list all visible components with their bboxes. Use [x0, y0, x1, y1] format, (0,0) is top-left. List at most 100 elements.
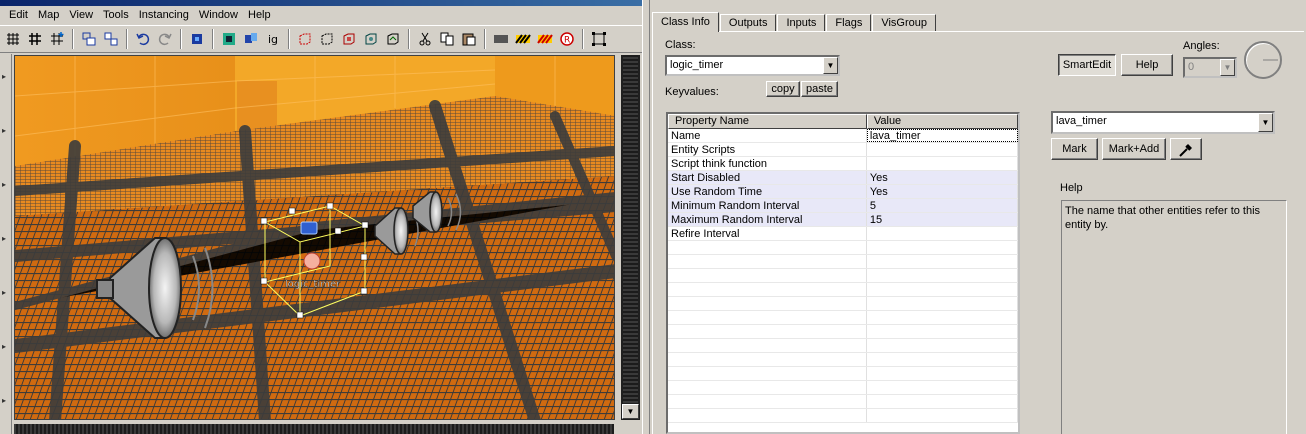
tool-arrow-icon[interactable]: ▸	[2, 127, 9, 135]
menu-view[interactable]: View	[64, 6, 98, 24]
menu-tools[interactable]: Tools	[98, 6, 134, 24]
grid-smaller-icon[interactable]	[3, 29, 23, 49]
property-value-cell: 5	[867, 199, 1018, 212]
value-editor-text: lava_timer	[1056, 115, 1107, 127]
menu-window[interactable]: Window	[194, 6, 243, 24]
tab-flags[interactable]: Flags	[826, 14, 872, 32]
toolbar-separator	[582, 29, 584, 49]
radius-culling-icon[interactable]: R	[557, 29, 577, 49]
property-name-cell: Refire Interval	[668, 227, 867, 240]
toolbar-separator	[212, 29, 214, 49]
tool-arrow-icon[interactable]: ▸	[2, 289, 9, 297]
tool-arrow-icon[interactable]: ▸	[2, 181, 9, 189]
tool-arrow-icon[interactable]: ▸	[2, 343, 9, 351]
table-row[interactable]: Use Random Time Yes	[668, 185, 1018, 199]
tab-inputs[interactable]: Inputs	[777, 14, 826, 32]
table-row[interactable]: Refire Interval	[668, 227, 1018, 241]
tab-outputs[interactable]: Outputs	[719, 14, 777, 32]
chevron-down-icon[interactable]: ▼	[823, 57, 838, 74]
toolbar-separator	[288, 29, 290, 49]
hide-unselected-icon[interactable]	[317, 29, 337, 49]
menu-map[interactable]: Map	[33, 6, 64, 24]
paste-icon[interactable]	[459, 29, 479, 49]
property-name-cell: Maximum Random Interval	[668, 213, 867, 226]
grid-larger-icon[interactable]	[47, 29, 67, 49]
chevron-down-icon: ▼	[1220, 59, 1235, 76]
3d-viewport[interactable]: logic_timer	[14, 55, 615, 420]
tool-arrow-icon[interactable]: ▸	[2, 235, 9, 243]
ungroup-icon[interactable]	[101, 29, 121, 49]
value-editor-combo[interactable]: lava_timer ▼	[1051, 111, 1275, 134]
table-row	[668, 339, 1018, 353]
copy-icon[interactable]	[437, 29, 457, 49]
3d-scene: logic_timer	[15, 56, 614, 419]
ignore-groups-icon[interactable]: ig	[263, 29, 283, 49]
toolbar-separator	[126, 29, 128, 49]
mark-button[interactable]: Mark	[1051, 138, 1098, 160]
grid-toggle-icon[interactable]	[25, 29, 45, 49]
paste-button[interactable]: paste	[801, 81, 838, 97]
smartedit-button[interactable]: SmartEdit	[1058, 54, 1116, 76]
angle-dial-icon[interactable]	[1244, 41, 1282, 79]
property-name-cell: Use Random Time	[668, 185, 867, 198]
angles-value: 0	[1188, 61, 1195, 73]
property-value-cell	[867, 143, 1018, 156]
scroll-down-arrow-icon[interactable]: ▼	[622, 404, 639, 419]
timer-cube-icon[interactable]	[300, 221, 318, 235]
scrollbar-track[interactable]	[623, 55, 638, 403]
chevron-down-icon[interactable]: ▼	[1258, 113, 1273, 132]
class-label: Class:	[665, 39, 696, 51]
class-select[interactable]: logic_timer ▼	[665, 55, 840, 76]
menu-instancing[interactable]: Instancing	[134, 6, 194, 24]
carve-icon[interactable]	[187, 29, 207, 49]
table-row[interactable]: Entity Scripts	[668, 143, 1018, 157]
quick-hide-icon[interactable]	[383, 29, 403, 49]
menu-help[interactable]: Help	[243, 6, 276, 24]
tool-arrow-icon[interactable]: ▸	[2, 73, 9, 81]
undo-icon[interactable]	[133, 29, 153, 49]
viewport-horizontal-scrollbar[interactable]	[14, 424, 614, 434]
table-row[interactable]: Maximum Random Interval 15	[668, 213, 1018, 227]
window-splitter[interactable]	[642, 0, 650, 434]
property-name-cell: Start Disabled	[668, 171, 867, 184]
column-header-property-name[interactable]: Property Name	[668, 114, 867, 129]
hammer-editor-window: Edit Map View Tools Instancing Window He…	[0, 0, 642, 434]
tool-arrow-icon[interactable]: ▸	[2, 397, 9, 405]
texture-scale-lock-icon[interactable]	[241, 29, 261, 49]
viewport-vertical-scrollbar[interactable]: ▼	[621, 55, 640, 420]
eyedropper-icon	[1177, 144, 1195, 162]
table-row[interactable]: Name lava_timer	[668, 129, 1018, 143]
texture-browser-icon[interactable]	[491, 29, 511, 49]
table-header: Property Name Value	[668, 114, 1018, 129]
eyedropper-button[interactable]	[1170, 138, 1202, 160]
visgroup-icon[interactable]	[361, 29, 381, 49]
table-row[interactable]: Script think function	[668, 157, 1018, 171]
help-button[interactable]: Help	[1121, 54, 1173, 76]
help-text: The name that other entities refer to th…	[1065, 205, 1261, 231]
copy-button[interactable]: copy	[766, 81, 800, 97]
toolbar-separator	[484, 29, 486, 49]
redo-icon[interactable]	[155, 29, 175, 49]
table-row[interactable]: Minimum Random Interval 5	[668, 199, 1018, 213]
angles-select: 0 ▼	[1183, 57, 1237, 78]
table-row	[668, 353, 1018, 367]
bounding-box-icon[interactable]	[589, 29, 609, 49]
property-name-cell: Entity Scripts	[668, 143, 867, 156]
help-description: The name that other entities refer to th…	[1061, 200, 1287, 434]
cut-icon[interactable]	[415, 29, 435, 49]
menu-edit[interactable]: Edit	[4, 6, 33, 24]
toolbar-separator	[408, 29, 410, 49]
tab-class-info[interactable]: Class Info	[652, 12, 719, 32]
texture-lock-icon[interactable]	[219, 29, 239, 49]
mark-add-button[interactable]: Mark+Add	[1102, 138, 1166, 160]
show-all-icon[interactable]	[339, 29, 359, 49]
column-header-value[interactable]: Value	[866, 114, 1018, 129]
group-icon[interactable]	[79, 29, 99, 49]
class-select-value: logic_timer	[670, 59, 724, 71]
logic-entity-icon[interactable]	[303, 252, 321, 270]
hide-selected-icon[interactable]	[295, 29, 315, 49]
hazard-stripes-icon[interactable]	[513, 29, 533, 49]
hazard-stripes-red-icon[interactable]	[535, 29, 555, 49]
tab-visgroup[interactable]: VisGroup	[872, 14, 936, 32]
table-row[interactable]: Start Disabled Yes	[668, 171, 1018, 185]
